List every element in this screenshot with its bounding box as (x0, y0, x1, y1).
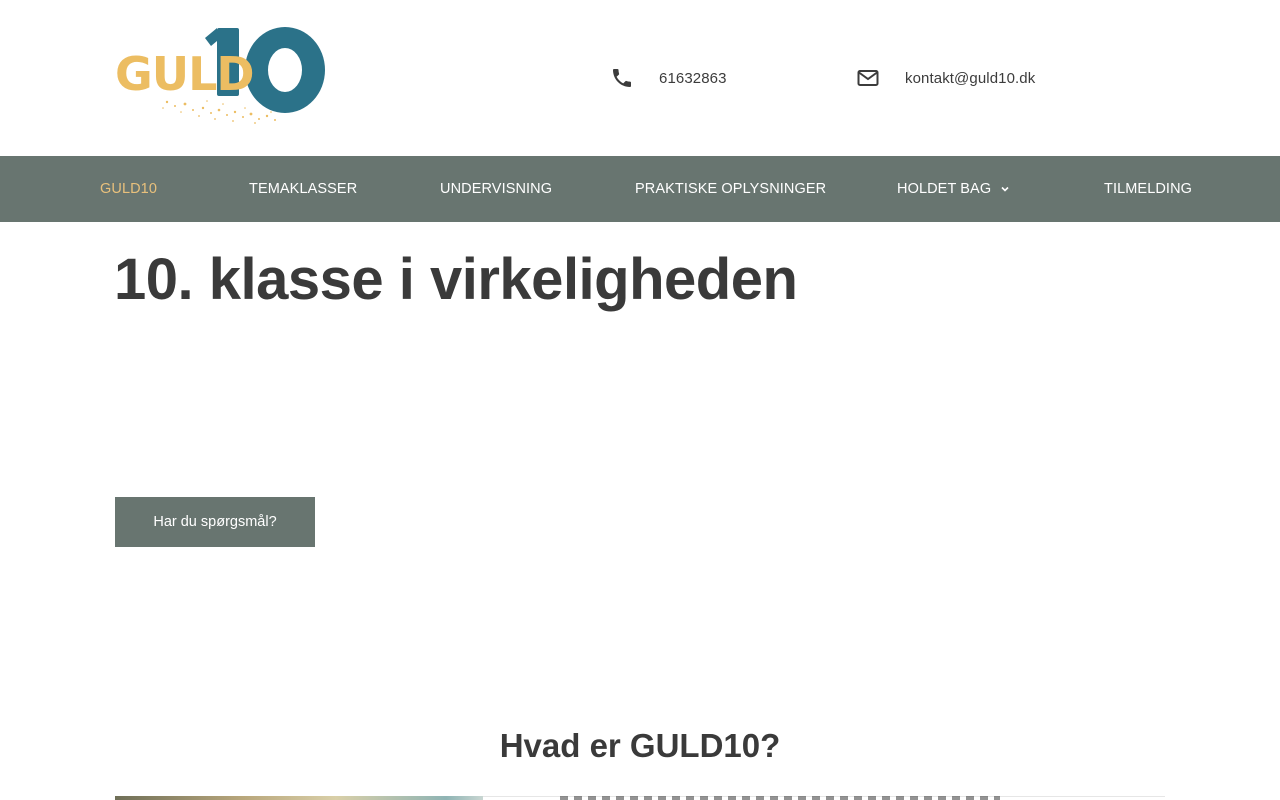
phone-number[interactable]: 61632863 (659, 70, 727, 87)
svg-text:GULD: GULD (115, 47, 254, 101)
mail-icon (857, 70, 879, 86)
email-contact[interactable]: kontakt@guld10.dk (856, 66, 1035, 90)
nav-item-tilmelding[interactable]: TILMELDING (1104, 156, 1192, 222)
email-address[interactable]: kontakt@guld10.dk (905, 70, 1035, 87)
phone-contact[interactable]: 61632863 (610, 66, 727, 90)
section-title: Hvad er GULD10? (499, 727, 781, 764)
questions-button[interactable]: Har du spørgsmål? (115, 497, 315, 547)
content-image (115, 796, 483, 800)
site-header: GULD 61632863 kontakt@guld10.dk (0, 0, 1280, 156)
chevron-down-icon (1001, 186, 1009, 192)
guld10-logo[interactable]: GULD (115, 24, 327, 126)
phone-icon (613, 69, 631, 87)
nav-item-guld10[interactable]: GULD10 (100, 156, 157, 222)
nav-item-holdet-bag-label: HOLDET BAG (897, 181, 992, 197)
content-text (560, 796, 1000, 800)
nav-item-holdet-bag[interactable]: HOLDET BAG (897, 156, 1011, 222)
nav-item-temaklasser[interactable]: TEMAKLASSER (249, 156, 357, 222)
page-title: 10. klasse i virkeligheden (114, 247, 798, 312)
nav-item-praktiske-oplysninger[interactable]: PRAKTISKE OPLYSNINGER (635, 156, 826, 222)
nav-item-undervisning[interactable]: UNDERVISNING (440, 156, 552, 222)
main-navigation: GULD10 TEMAKLASSER UNDERVISNING PRAKTISK… (0, 156, 1280, 222)
